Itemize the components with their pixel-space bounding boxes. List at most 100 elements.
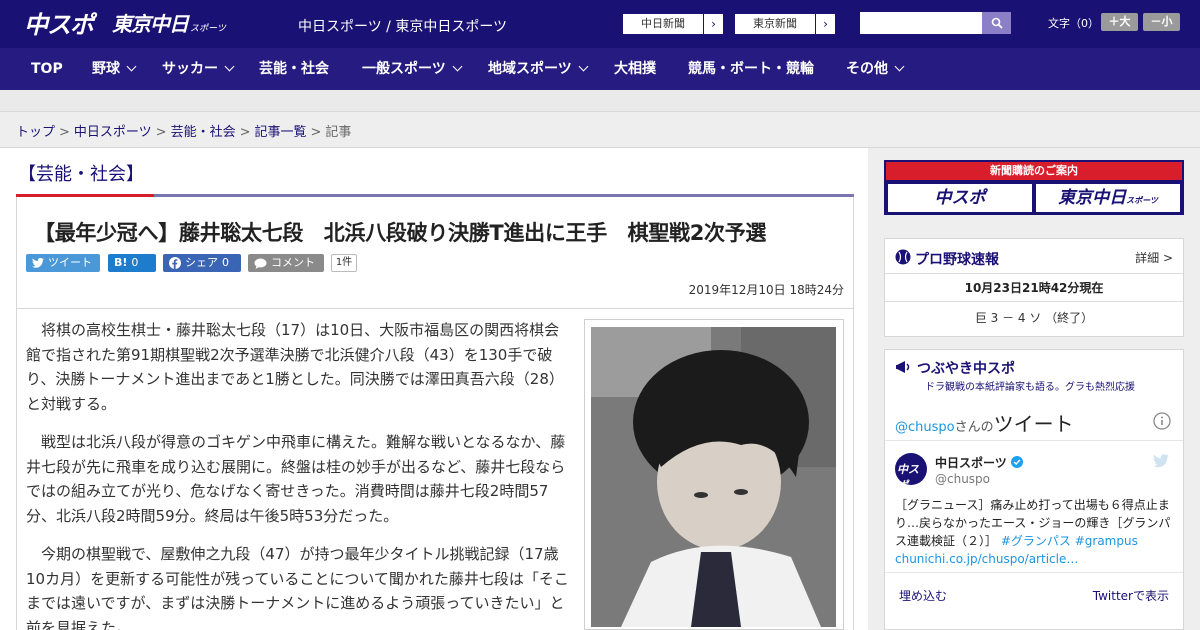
tweets-heading: @chuspoさんのツイート xyxy=(895,408,1074,437)
sub-nav-band xyxy=(0,90,1200,112)
tweet-text: ［グラニュース］痛み止め打って出場も６得点止まり…戻らなかったエース・ジョーの輝… xyxy=(895,496,1177,568)
tweet-link[interactable]: chunichi.co.jp/chuspo/article… xyxy=(895,552,1078,566)
nav-item-sumo[interactable]: 大相撲 xyxy=(614,48,656,90)
search-icon xyxy=(991,17,1003,29)
article-paragraph: 戦型は北浜八段が得意のゴキゲン中飛車に構えた。難解な戦いとなるなか、藤井七段が先… xyxy=(26,433,566,525)
twitter-bird-icon xyxy=(32,258,44,268)
divider xyxy=(885,572,1183,573)
nav-item-other[interactable]: その他 xyxy=(846,48,905,90)
divider xyxy=(885,273,1183,274)
chuspo-logo-text: 中スポ xyxy=(24,10,94,39)
comment-button[interactable]: コメント xyxy=(248,254,324,272)
nav-item-baseball[interactable]: 野球 xyxy=(92,48,137,90)
tweet-author-name-text: 中日スポーツ xyxy=(935,456,1007,470)
tokyo-chunichi-logo[interactable]: 東京中日 スポーツ xyxy=(112,8,226,36)
article-headline: 【最年少冠へ】藤井聡太七段 北浜八段破り決勝T進出に王手 棋聖戦2次予選 xyxy=(34,221,767,245)
nav-item-local-sports[interactable]: 地域スポーツ xyxy=(488,48,589,90)
nav-item-label: 芸能・社会 xyxy=(259,61,329,77)
tweet-label: ツイート xyxy=(48,256,92,269)
search-button[interactable] xyxy=(982,12,1011,34)
chevron-right-icon: › xyxy=(815,14,835,34)
ext-link-label: 東京新聞 xyxy=(753,17,797,30)
search-input[interactable] xyxy=(860,12,982,34)
baseball-widget-title: プロ野球速報 xyxy=(915,252,999,268)
speech-bubble-icon xyxy=(254,258,267,269)
article-paragraph: 将棋の高校生棋士・藤井聡太七段（17）は10日、大阪市福島区の関西将棋会館で指さ… xyxy=(26,321,564,413)
tweet-button[interactable]: ツイート xyxy=(26,254,100,272)
facebook-count: 0 xyxy=(222,256,229,269)
tweets-handle-link[interactable]: @chuspo xyxy=(895,420,955,435)
tokyo-logo-sub: スポーツ xyxy=(190,23,226,34)
nav-item-label: 大相撲 xyxy=(614,61,656,77)
comment-label: コメント xyxy=(271,256,315,269)
view-on-twitter-link[interactable]: Twitterで表示 xyxy=(1093,587,1169,604)
nav-item-label: 野球 xyxy=(92,61,120,77)
article-body: 将棋の高校生棋士・藤井聡太七段（17）は10日、大阪市福島区の関西将棋会館で指さ… xyxy=(26,318,574,630)
nav-item-label: その他 xyxy=(846,61,888,77)
nav-item-label: サッカー xyxy=(162,61,218,77)
chevron-down-icon xyxy=(224,61,235,72)
twitter-bird-icon[interactable] xyxy=(1153,454,1169,468)
breadcrumb-chuspo[interactable]: 中日スポーツ xyxy=(74,125,152,140)
chunichi-shimbun-link[interactable]: 中日新聞 › xyxy=(622,13,724,35)
site-title[interactable]: 中日スポーツ / 東京中日スポーツ xyxy=(298,16,507,36)
chevron-down-icon xyxy=(452,61,463,72)
baseball-timestamp: 10月23日21時42分現在 xyxy=(964,281,1104,295)
tweet-author-name[interactable]: 中日スポーツ xyxy=(935,454,1023,471)
tokyo-shimbun-link[interactable]: 東京新聞 › xyxy=(734,13,836,35)
breadcrumb-separator: > xyxy=(59,125,70,140)
top-header: 中スポ 東京中日 スポーツ 中日スポーツ / 東京中日スポーツ 中日新聞 › 東… xyxy=(0,0,1200,48)
ext-link-label: 中日新聞 xyxy=(641,17,685,30)
main-nav: TOP 野球 サッカー 芸能・社会 一般スポーツ 地域スポーツ 大相撲 競馬・ボ… xyxy=(0,48,1200,90)
megaphone-icon xyxy=(896,361,910,373)
subscription-label: 新聞購読のご案内 xyxy=(886,162,1182,180)
chuspo-logo[interactable]: 中スポ xyxy=(24,8,94,39)
article-paragraph: 今期の棋聖戦で、屋敷伸之九段（47）が持つ最年少タイトル挑戦記録（17歳10カ月… xyxy=(26,545,569,630)
avatar[interactable]: 中スポ xyxy=(895,453,927,485)
baseball-scores-widget: プロ野球速報 詳細 > 10月23日21時42分現在 巨 3 － 4 ソ （終了… xyxy=(884,238,1184,337)
divider xyxy=(885,440,1183,441)
category-title: 【芸能・社会】 xyxy=(18,164,144,185)
breadcrumb: トップ > 中日スポーツ > 芸能・社会 > 記事一覧 > 記事 xyxy=(16,121,351,140)
baseball-details-link[interactable]: 詳細 > xyxy=(1135,249,1173,266)
ad-tokyo-logo-sub: スポーツ xyxy=(1126,196,1158,205)
breadcrumb-top[interactable]: トップ xyxy=(16,125,55,140)
breadcrumb-current: 記事 xyxy=(325,125,352,140)
avatar-logo-text: 中スポ xyxy=(897,463,919,485)
comment-count-badge[interactable]: 1件 xyxy=(331,254,357,272)
breadcrumb-separator: > xyxy=(310,125,322,140)
nav-item-top[interactable]: TOP xyxy=(31,48,63,90)
font-smaller-button[interactable]: －小 xyxy=(1143,13,1180,31)
breadcrumb-article-list[interactable]: 記事一覧 xyxy=(255,125,307,140)
facebook-share-button[interactable]: シェア 0 xyxy=(163,254,241,272)
info-icon[interactable] xyxy=(1153,412,1171,430)
breadcrumb-separator: > xyxy=(239,125,251,140)
hatena-bookmark-button[interactable]: B! 0 xyxy=(108,254,156,272)
nav-item-racing[interactable]: 競馬・ボート・競輪 xyxy=(688,48,814,90)
embed-link[interactable]: 埋め込む xyxy=(899,587,947,604)
facebook-icon xyxy=(169,257,181,269)
verified-badge-icon xyxy=(1010,456,1023,468)
ad-chuspo-logo: 中スポ xyxy=(888,184,1032,212)
chevron-down-icon xyxy=(894,61,905,72)
chevron-down-icon xyxy=(126,61,137,72)
ad-tokyo-logo: 東京中日スポーツ xyxy=(1036,184,1180,212)
twitter-widget-title: つぶやき中スポ xyxy=(917,361,1015,377)
nav-item-label: 一般スポーツ xyxy=(362,61,446,77)
tweet-author-handle[interactable]: @chuspo xyxy=(935,472,990,486)
portrait-image xyxy=(591,327,836,627)
nav-item-label: 競馬・ボート・競輪 xyxy=(688,61,814,77)
subscription-banner[interactable]: 新聞購読のご案内 中スポ 東京中日スポーツ xyxy=(884,160,1184,215)
tweet-hashtags[interactable]: #グランパス #grampus xyxy=(1001,534,1138,548)
nav-item-soccer[interactable]: サッカー xyxy=(162,48,235,90)
game-score[interactable]: 巨 3 － 4 ソ （終了） xyxy=(885,309,1183,326)
hatena-count: 0 xyxy=(131,256,139,269)
nav-item-general-sports[interactable]: 一般スポーツ xyxy=(362,48,463,90)
tweets-heading-label: ツイート xyxy=(993,412,1074,436)
font-size-label: 文字（0） xyxy=(1048,17,1099,30)
breadcrumb-category[interactable]: 芸能・社会 xyxy=(171,125,236,140)
font-larger-button[interactable]: ＋大 xyxy=(1101,13,1138,31)
baseball-icon xyxy=(895,249,911,265)
nav-item-entertainment[interactable]: 芸能・社会 xyxy=(259,48,329,90)
article-photo[interactable] xyxy=(591,327,836,627)
